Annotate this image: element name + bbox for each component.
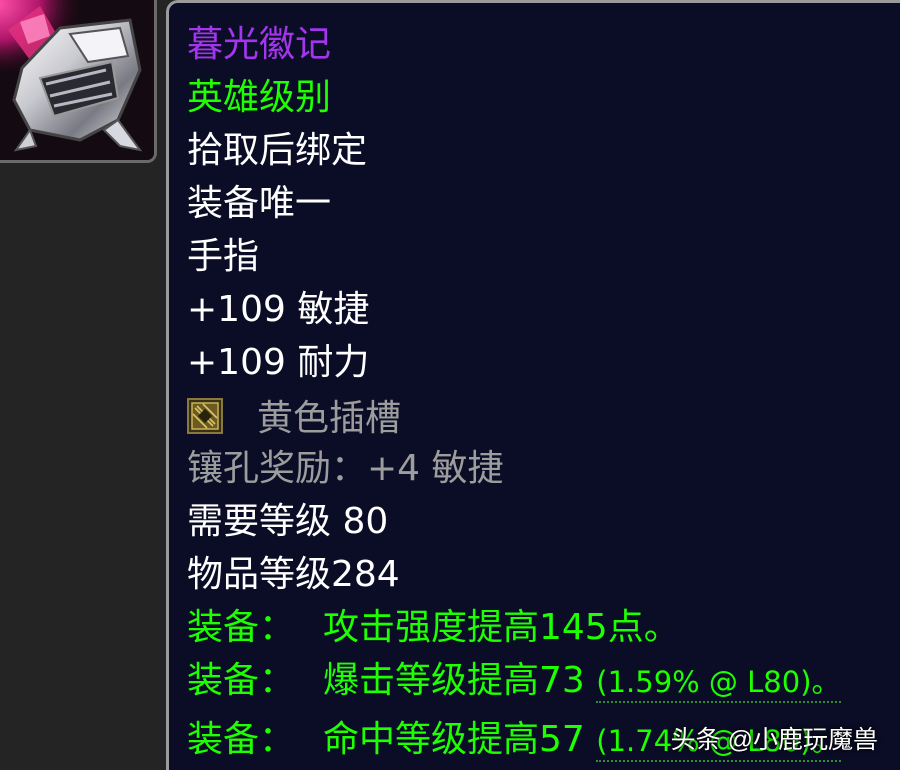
socket-label: 黄色插槽 [257,398,402,439]
item-quality: 英雄级别 [187,77,332,118]
equip-label: 装备： [187,660,296,701]
stat-stamina: +109 耐力 [187,342,370,383]
stat-agility: +109 敏捷 [187,289,370,330]
equip-effect-text: 爆击等级提高73 [323,660,585,701]
socket-bonus: 镶孔奖励：+4 敏捷 [187,448,504,489]
equip-label: 装备： [187,719,296,760]
item-level: 物品等级284 [187,554,400,595]
rating-percent: (1.59% @ L80)。 [596,665,841,703]
watermark: 头条 @小鹿玩魔兽 [670,726,878,754]
ring-icon [0,0,154,160]
equip-effect-attack-power: 装备： 攻击强度提高145点。 [187,610,680,646]
item-name: 暮光徽记 [187,24,332,65]
socket-line: 黄色插槽 [187,398,401,437]
yellow-socket-icon [187,398,223,434]
equip-effect-crit: 装备： 爆击等级提高73 (1.59% @ L80)。 [187,660,841,703]
game-screen: 暮光徽记 英雄级别 拾取后绑定 装备唯一 手指 +109 敏捷 +109 耐力 … [0,0,900,770]
required-level: 需要等级 80 [187,501,389,542]
bind-type: 拾取后绑定 [187,130,368,171]
equip-label: 装备： [187,607,296,648]
item-tooltip: 暮光徽记 英雄级别 拾取后绑定 装备唯一 手指 +109 敏捷 +109 耐力 … [166,0,900,770]
equip-effect-text: 命中等级提高57 [323,719,585,760]
unique-equipped: 装备唯一 [187,183,332,224]
equip-effect-text: 攻击强度提高145点。 [323,607,680,648]
item-icon-slot[interactable] [0,0,157,163]
item-slot: 手指 [187,236,260,277]
